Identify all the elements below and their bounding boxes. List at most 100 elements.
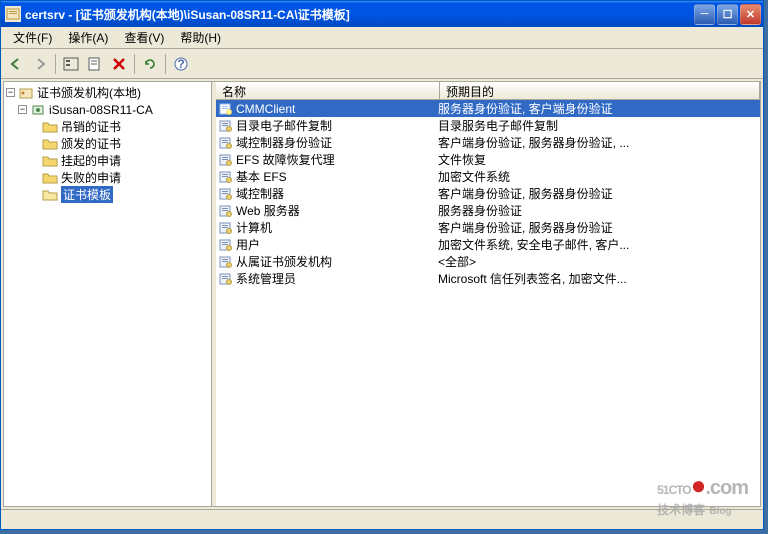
help-button[interactable]: ? <box>170 53 192 75</box>
row-name: 域控制器 <box>236 185 438 202</box>
tree-child[interactable]: 证书模板 <box>6 186 209 203</box>
refresh-button[interactable] <box>139 53 161 75</box>
template-icon <box>218 170 234 184</box>
template-icon <box>218 187 234 201</box>
template-icon <box>218 255 234 269</box>
menu-item[interactable]: 帮助(H) <box>172 27 229 48</box>
ca-icon <box>30 103 46 117</box>
separator <box>134 54 135 74</box>
row-name: 计算机 <box>236 219 438 236</box>
app-icon <box>5 6 21 22</box>
row-purpose: 加密文件系统 <box>438 168 760 185</box>
list-header: 名称 预期目的 <box>216 82 760 100</box>
template-icon <box>218 119 234 133</box>
row-name: 目录电子邮件复制 <box>236 117 438 134</box>
column-header-name[interactable]: 名称 <box>216 82 440 99</box>
list-row[interactable]: 系统管理员Microsoft 信任列表签名, 加密文件... <box>216 270 760 287</box>
tree-child[interactable]: 失败的申请 <box>6 169 209 186</box>
cert-authority-icon <box>18 86 34 100</box>
back-button[interactable] <box>5 53 27 75</box>
statusbar <box>1 509 763 529</box>
column-header-purpose[interactable]: 预期目的 <box>440 82 760 99</box>
row-name: 域控制器身份验证 <box>236 134 438 151</box>
list-row[interactable]: 目录电子邮件复制目录服务电子邮件复制 <box>216 117 760 134</box>
titlebar[interactable]: certsrv - [证书颁发机构(本地)\iSusan-08SR11-CA\证… <box>1 1 763 27</box>
window-title: certsrv - [证书颁发机构(本地)\iSusan-08SR11-CA\证… <box>25 6 694 23</box>
list-row[interactable]: 域控制器客户端身份验证, 服务器身份验证 <box>216 185 760 202</box>
collapse-icon[interactable]: − <box>6 88 15 97</box>
template-icon <box>218 238 234 252</box>
tree-child[interactable]: 颁发的证书 <box>6 135 209 152</box>
folder-icon <box>42 154 58 168</box>
list-body[interactable]: CMMClient服务器身份验证, 客户端身份验证目录电子邮件复制目录服务电子邮… <box>216 100 760 506</box>
list-row[interactable]: Web 服务器服务器身份验证 <box>216 202 760 219</box>
row-name: 系统管理员 <box>236 270 438 287</box>
menu-item[interactable]: 操作(A) <box>60 27 116 48</box>
list-row[interactable]: 基本 EFS加密文件系统 <box>216 168 760 185</box>
tree-label: iSusan-08SR11-CA <box>49 103 153 117</box>
minimize-button[interactable]: ─ <box>694 4 715 25</box>
app-window: certsrv - [证书颁发机构(本地)\iSusan-08SR11-CA\证… <box>0 0 764 530</box>
row-purpose: 客户端身份验证, 服务器身份验证 <box>438 185 760 202</box>
row-purpose: 客户端身份验证, 服务器身份验证 <box>438 219 760 236</box>
row-purpose: 服务器身份验证 <box>438 202 760 219</box>
row-name: CMMClient <box>236 102 438 116</box>
collapse-icon[interactable]: − <box>18 105 27 114</box>
menu-item[interactable]: 查看(V) <box>116 27 172 48</box>
tree-root[interactable]: − 证书颁发机构(本地) <box>6 84 209 101</box>
list-row[interactable]: CMMClient服务器身份验证, 客户端身份验证 <box>216 100 760 117</box>
tree-label: 证书模板 <box>61 186 113 203</box>
template-icon <box>218 272 234 286</box>
tree-label: 挂起的申请 <box>61 152 121 169</box>
folder-icon <box>42 120 58 134</box>
list-row[interactable]: 域控制器身份验证客户端身份验证, 服务器身份验证, ... <box>216 134 760 151</box>
row-name: 用户 <box>236 236 438 253</box>
content-area: − 证书颁发机构(本地) − iSusan-08SR11-CA吊销的证书颁发的证书挂起… <box>3 81 761 507</box>
list-row[interactable]: EFS 故障恢复代理文件恢复 <box>216 151 760 168</box>
watermark: 51CTO●.com 技术博客 Blog <box>657 470 748 518</box>
tree-child[interactable]: 挂起的申请 <box>6 152 209 169</box>
tree-label: 颁发的证书 <box>61 135 121 152</box>
row-name: Web 服务器 <box>236 202 438 219</box>
row-purpose: 加密文件系统, 安全电子邮件, 客户... <box>438 236 760 253</box>
folder-icon <box>42 188 58 202</box>
folder-icon <box>42 171 58 185</box>
list-row[interactable]: 计算机客户端身份验证, 服务器身份验证 <box>216 219 760 236</box>
list-panel: 名称 预期目的 CMMClient服务器身份验证, 客户端身份验证目录电子邮件复… <box>216 82 760 506</box>
forward-button[interactable] <box>29 53 51 75</box>
template-icon <box>218 221 234 235</box>
toolbar: ? <box>1 49 763 79</box>
folder-icon <box>42 137 58 151</box>
row-purpose: 目录服务电子邮件复制 <box>438 117 760 134</box>
row-name: EFS 故障恢复代理 <box>236 151 438 168</box>
template-icon <box>218 136 234 150</box>
maximize-button[interactable]: ☐ <box>717 4 738 25</box>
row-purpose: 文件恢复 <box>438 151 760 168</box>
svg-text:?: ? <box>177 57 184 71</box>
template-icon <box>218 153 234 167</box>
row-name: 从属证书颁发机构 <box>236 253 438 270</box>
list-row[interactable]: 用户加密文件系统, 安全电子邮件, 客户... <box>216 236 760 253</box>
delete-button[interactable] <box>108 53 130 75</box>
properties-button[interactable] <box>84 53 106 75</box>
template-icon <box>218 102 234 116</box>
separator <box>165 54 166 74</box>
tree-label: 证书颁发机构(本地) <box>37 84 141 101</box>
tree-label: 吊销的证书 <box>61 118 121 135</box>
tree-child[interactable]: 吊销的证书 <box>6 118 209 135</box>
close-button[interactable]: ✕ <box>740 4 761 25</box>
row-purpose: 客户端身份验证, 服务器身份验证, ... <box>438 134 760 151</box>
row-purpose: <全部> <box>438 253 760 270</box>
row-purpose: 服务器身份验证, 客户端身份验证 <box>438 100 760 117</box>
list-row[interactable]: 从属证书颁发机构<全部> <box>216 253 760 270</box>
menubar: 文件(F)操作(A)查看(V)帮助(H) <box>1 27 763 49</box>
row-purpose: Microsoft 信任列表签名, 加密文件... <box>438 270 760 287</box>
row-name: 基本 EFS <box>236 168 438 185</box>
tree-label: 失败的申请 <box>61 169 121 186</box>
separator <box>55 54 56 74</box>
template-icon <box>218 204 234 218</box>
menu-item[interactable]: 文件(F) <box>5 27 60 48</box>
tree-panel[interactable]: − 证书颁发机构(本地) − iSusan-08SR11-CA吊销的证书颁发的证书挂起… <box>4 82 212 506</box>
show-tree-button[interactable] <box>60 53 82 75</box>
tree-ca[interactable]: − iSusan-08SR11-CA <box>6 101 209 118</box>
